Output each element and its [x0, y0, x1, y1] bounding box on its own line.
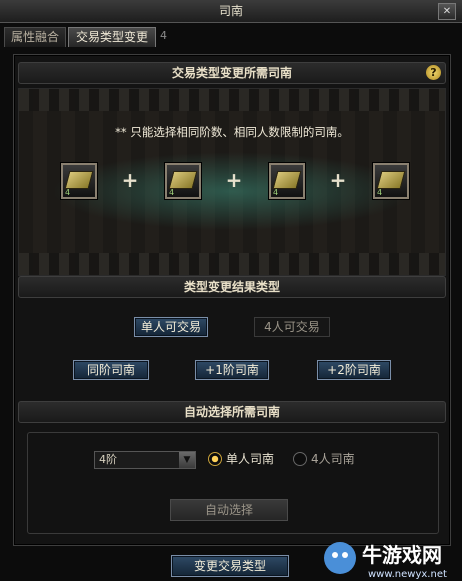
- window-title: 司南: [218, 4, 243, 18]
- plus-icon: +: [225, 168, 243, 192]
- close-button[interactable]: ✕: [438, 3, 456, 20]
- result-type-title: 类型变更结果类型: [183, 280, 280, 294]
- required-compass-title: 交易类型变更所需司南: [171, 66, 292, 80]
- ornament-band-bottom: [19, 253, 445, 275]
- help-icon[interactable]: ?: [426, 65, 441, 80]
- slot-count: 4: [377, 188, 383, 197]
- party-trade-button[interactable]: 4人可交易: [254, 317, 330, 337]
- tab-badge: 4: [160, 29, 167, 42]
- window-titlebar: 司南 ✕: [0, 0, 462, 23]
- compass-slot-area: ** 只能选择相同阶数、相同人数限制的司南。 4 + 4 + 4 + 4: [18, 88, 446, 276]
- chevron-down-icon[interactable]: ▼: [179, 452, 195, 468]
- tab-attribute-fusion[interactable]: 属性融合: [4, 27, 66, 47]
- auto-select-box: 4阶 ▼ 单人司南 4人司南 自动选择: [27, 432, 439, 534]
- tab-trade-type-change[interactable]: 交易类型变更: [68, 27, 156, 47]
- plus-icon: +: [329, 168, 347, 192]
- ornament-band-top: [19, 89, 445, 111]
- compass-icon: [376, 171, 406, 189]
- slot-count: 4: [273, 188, 279, 197]
- result-type-header: 类型变更结果类型: [18, 276, 446, 298]
- main-panel: 交易类型变更所需司南 ? ** 只能选择相同阶数、相同人数限制的司南。 4 + …: [13, 54, 451, 546]
- single-compass-radio[interactable]: [208, 452, 222, 466]
- single-compass-label[interactable]: 单人司南: [226, 450, 274, 467]
- auto-select-title: 自动选择所需司南: [183, 405, 280, 419]
- auto-select-button[interactable]: 自动选择: [170, 499, 288, 521]
- compass-slot-1[interactable]: 4: [61, 163, 97, 199]
- party-compass-label[interactable]: 4人司南: [311, 450, 355, 467]
- party-compass-radio[interactable]: [293, 452, 307, 466]
- compass-icon: [168, 171, 198, 189]
- compass-slot-3[interactable]: 4: [269, 163, 305, 199]
- compass-icon: [64, 171, 94, 189]
- grade-select-value: 4阶: [99, 453, 117, 466]
- plus1-grade-button[interactable]: +1阶司南: [195, 360, 269, 380]
- watermark-text: 牛游戏网: [362, 543, 442, 567]
- plus2-grade-button[interactable]: +2阶司南: [317, 360, 391, 380]
- watermark-url: www.newyx.net: [368, 569, 447, 580]
- slot-count: 4: [65, 188, 71, 197]
- slot-count: 4: [169, 188, 175, 197]
- grade-select[interactable]: 4阶 ▼: [94, 451, 196, 469]
- auto-select-header: 自动选择所需司南: [18, 401, 446, 423]
- change-trade-type-button[interactable]: 变更交易类型: [171, 555, 289, 577]
- single-trade-button[interactable]: 单人可交易: [134, 317, 208, 337]
- compass-slot-2[interactable]: 4: [165, 163, 201, 199]
- watermark-logo: 牛游戏网 www.newyx.net: [324, 542, 447, 580]
- compass-slot-4[interactable]: 4: [373, 163, 409, 199]
- cow-icon: [324, 542, 356, 574]
- required-compass-header: 交易类型变更所需司南 ?: [18, 62, 446, 84]
- same-grade-button[interactable]: 同阶司南: [73, 360, 149, 380]
- selection-note: ** 只能选择相同阶数、相同人数限制的司南。: [115, 125, 349, 139]
- plus-icon: +: [121, 168, 139, 192]
- compass-icon: [272, 171, 302, 189]
